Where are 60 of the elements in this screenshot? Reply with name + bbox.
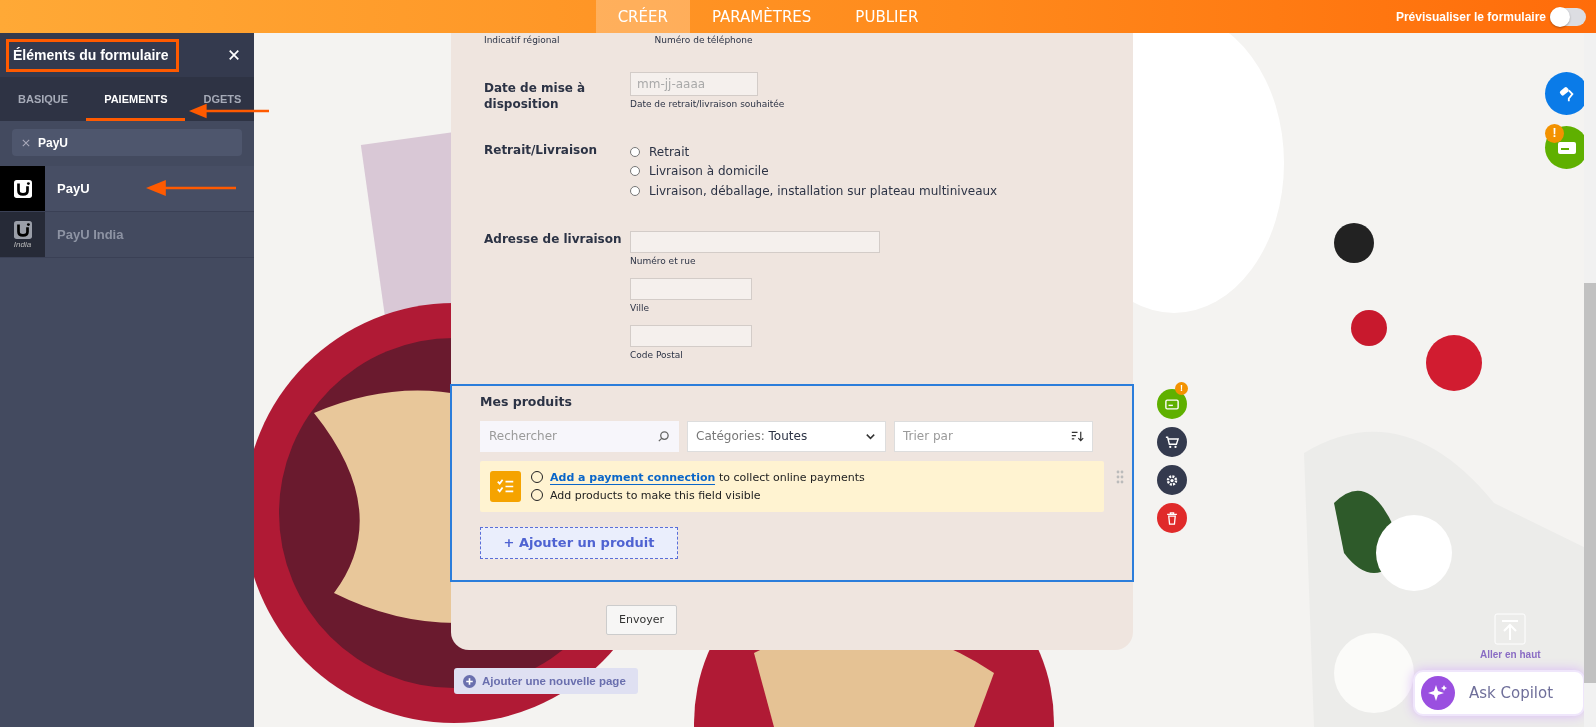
radio-button[interactable] <box>630 185 640 196</box>
element-item[interactable]: PayU <box>0 166 254 212</box>
products-field[interactable]: Mes produits Rechercher Catégories: Toutes Trier par Add a payment connection to collect online payments Add products to make this field visible + Ajouter un produit <box>450 383 1134 582</box>
add-product-button[interactable]: + Ajouter un produit <box>480 526 678 559</box>
logo-icon <box>13 179 32 198</box>
submit-button[interactable]: Envoyer <box>606 604 677 635</box>
search-value: PayU <box>38 135 69 150</box>
search-icon <box>657 429 670 443</box>
field-sublabel: Indicatif régional <box>484 35 560 47</box>
input-field[interactable] <box>630 324 752 347</box>
field-sublabel: Ville <box>630 302 650 313</box>
logo-icon <box>13 220 32 239</box>
preview-label: Prévisualiser le formulaire <box>1395 9 1546 24</box>
panel-title: Éléments du formulaire <box>6 38 179 72</box>
field-sublabel: Code Postal <box>630 349 684 360</box>
sparkle-icon <box>1421 676 1455 710</box>
category-value: Catégories: Toutes <box>696 429 808 443</box>
drag-handle-icon[interactable] <box>1116 469 1124 484</box>
field-label: Retrait/Livraison <box>484 142 598 159</box>
panel-tab[interactable]: PAIEMENTS <box>86 77 186 121</box>
plus-icon <box>463 674 476 688</box>
sort-icon <box>1071 429 1084 443</box>
field-sublabel: Numéro de téléphone <box>654 35 753 47</box>
panel-tab[interactable]: DGETS <box>185 77 254 121</box>
option-label: Retrait <box>649 144 690 159</box>
search-field[interactable]: Rechercher <box>480 420 679 452</box>
search-placeholder: Rechercher <box>489 429 557 443</box>
cart-icon <box>1165 435 1179 449</box>
notice-text: Add products to make this field visible <box>550 488 761 502</box>
field-label: Date de mise à disposition <box>484 80 587 112</box>
checklist-icon <box>490 470 521 502</box>
sort-dropdown[interactable]: Trier par <box>894 420 1093 452</box>
field-sublabel: Numéro et rue <box>630 255 697 266</box>
category-dropdown[interactable]: Catégories: Toutes <box>687 420 886 452</box>
panel-tab[interactable]: BASIQUE <box>0 77 87 121</box>
input-field[interactable] <box>630 230 880 253</box>
search-field[interactable]: PayU <box>12 129 242 156</box>
trash-icon <box>1165 511 1179 525</box>
field-sublabel: Date de retrait/livraison souhaitée <box>630 99 786 109</box>
field-label: Adresse de livraison <box>484 230 623 248</box>
close-icon[interactable] <box>228 49 240 61</box>
preview-toggle[interactable] <box>1550 7 1586 26</box>
radio-button[interactable] <box>630 146 640 157</box>
option-label: Livraison, déballage, installation sur plateau multiniveaux <box>649 183 998 198</box>
gear-icon <box>1165 473 1179 487</box>
input-field[interactable] <box>630 277 752 300</box>
go-top-button[interactable]: Aller en haut <box>1480 613 1541 660</box>
add-page-button[interactable]: Ajouter une nouvelle page <box>454 668 638 694</box>
sort-placeholder: Trier par <box>903 429 953 443</box>
radio-button[interactable] <box>630 166 640 177</box>
copilot-button[interactable]: Ask Copilot <box>1413 670 1585 716</box>
option-label: Livraison à domicile <box>649 164 769 179</box>
card-icon <box>1165 397 1179 411</box>
field-label: Mes produits <box>480 393 573 409</box>
clear-icon[interactable] <box>22 138 30 147</box>
date-field[interactable]: mm-jj-aaaa <box>630 72 758 96</box>
payment-link[interactable]: Add a payment connection <box>550 470 716 485</box>
element-item[interactable]: India PayU India <box>0 212 254 258</box>
logo-caption: India <box>13 239 32 249</box>
notice-text: Add a payment connection to collect online payments <box>550 470 865 484</box>
